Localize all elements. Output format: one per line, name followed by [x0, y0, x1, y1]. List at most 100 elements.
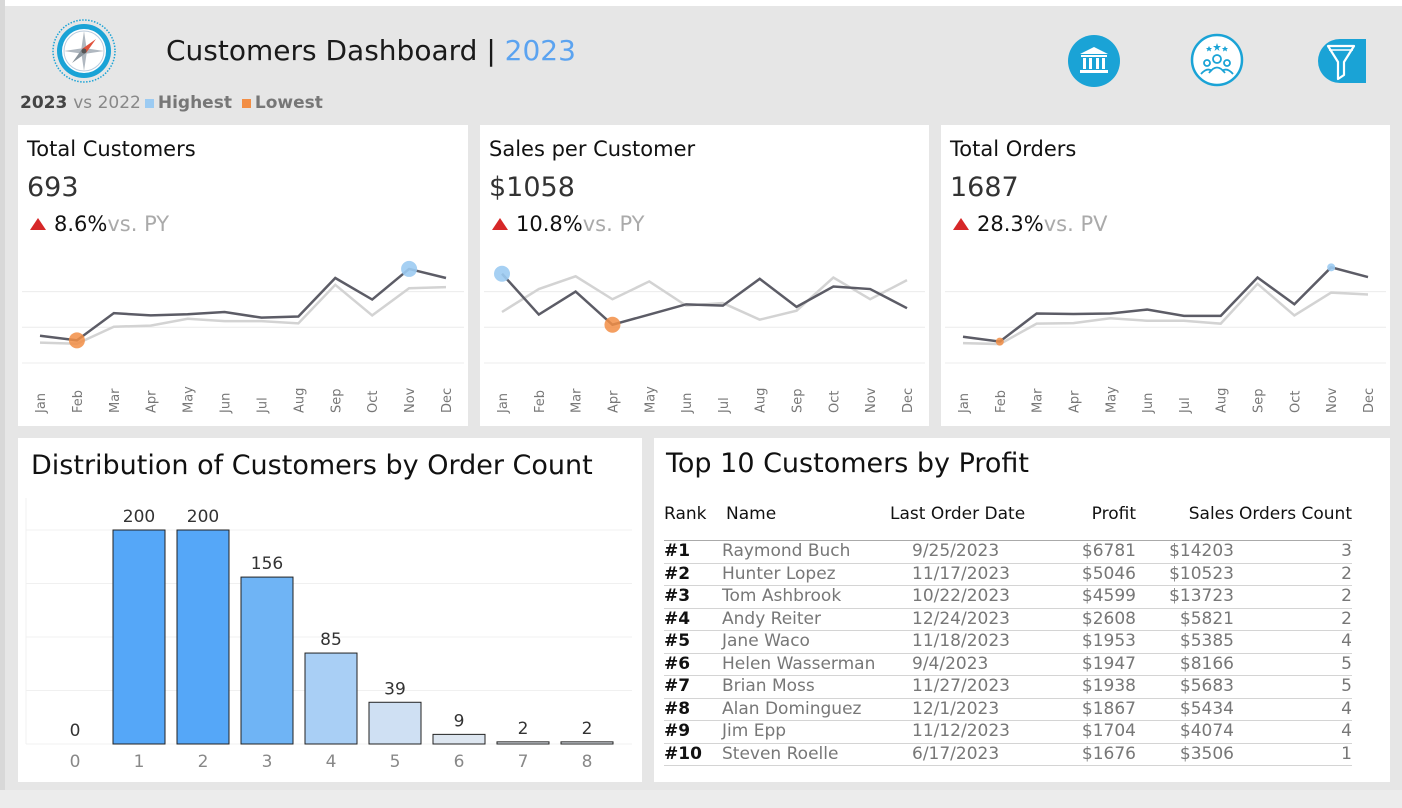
orders-count-cell: 3: [1234, 540, 1352, 564]
bar-value-label: 85: [320, 630, 342, 650]
category-tick-label: 6: [454, 752, 465, 772]
orders-count-cell: 4: [1234, 630, 1352, 654]
category-tick-label: 7: [518, 752, 529, 772]
lowest-point[interactable]: [68, 332, 85, 349]
profit-cell: $1704: [1064, 720, 1136, 744]
table-row[interactable]: #2 Hunter Lopez 11/17/2023 $5046 $10523 2: [664, 563, 1352, 586]
column-header-sales[interactable]: Sales: [1136, 504, 1234, 541]
customers-icon[interactable]: [1189, 32, 1245, 88]
last-order-date-cell: 11/27/2023: [890, 675, 1064, 699]
sales-cell: $4074: [1136, 720, 1234, 744]
column-header-last-order-date[interactable]: Last Order Date: [890, 504, 1064, 541]
category-tick-label: 3: [262, 752, 273, 772]
table-row[interactable]: #10 Steven Roelle 6/17/2023 $1676 $3506 1: [664, 743, 1352, 766]
rank-cell: #3: [664, 585, 722, 609]
orders-count-cell: 1: [1234, 743, 1352, 766]
name-cell: Andy Reiter: [722, 608, 890, 631]
bar[interactable]: [112, 529, 166, 745]
kpi-line-chart: Jan Feb Mar Apr May Jun Jul Aug Sep Oct Nov Dec: [22, 260, 464, 414]
category-tick-label: 8: [582, 752, 593, 772]
compass-logo-icon: [52, 19, 116, 83]
orders-count-cell: 2: [1234, 585, 1352, 609]
rank-cell: #9: [664, 720, 722, 744]
table-row[interactable]: #1 Raymond Buch 9/25/2023 $6781 $14203 3: [664, 540, 1352, 564]
orders-count-cell: 5: [1234, 653, 1352, 676]
month-tick-label: Dec: [901, 388, 916, 413]
rank-cell: #10: [664, 743, 722, 766]
bar[interactable]: [176, 529, 230, 745]
kpi-value: 693: [27, 172, 79, 203]
highest-point[interactable]: [401, 260, 418, 277]
legend-current-year: 2023: [20, 93, 68, 113]
rank-cell: #5: [664, 630, 722, 654]
table-row[interactable]: #8 Alan Dominguez 12/1/2023 $1867 $5434 4: [664, 698, 1352, 721]
bar[interactable]: [304, 652, 358, 745]
bar[interactable]: [368, 701, 422, 745]
table-row[interactable]: #3 Tom Ashbrook 10/22/2023 $4599 $13723 2: [664, 585, 1352, 609]
profit-cell: $1867: [1064, 698, 1136, 721]
name-cell: Hunter Lopez: [722, 563, 890, 586]
table-row[interactable]: #7 Brian Moss 11/27/2023 $1938 $5683 5: [664, 675, 1352, 699]
last-order-date-cell: 12/24/2023: [890, 608, 1064, 631]
month-tick-label: May: [182, 386, 197, 413]
distribution-panel: Distribution of Customers by Order Count…: [18, 438, 642, 782]
rank-cell: #4: [664, 608, 722, 631]
filter-icon[interactable]: [1312, 33, 1368, 89]
month-tick-label: Nov: [864, 387, 879, 413]
last-order-date-cell: 6/17/2023: [890, 743, 1064, 766]
orders-count-cell: 2: [1234, 608, 1352, 631]
bar[interactable]: [240, 576, 294, 745]
kpi-change-value: 28.3%: [977, 212, 1044, 236]
bar[interactable]: [560, 741, 614, 745]
kpi-change: 28.3%vs. PV: [953, 212, 1107, 236]
sales-cell: $8166: [1136, 653, 1234, 676]
lowest-swatch: [241, 98, 251, 108]
month-tick-label: Feb: [71, 390, 86, 413]
rank-cell: #2: [664, 563, 722, 586]
month-tick-label: May: [1104, 386, 1119, 413]
month-tick-label: Oct: [366, 391, 381, 413]
month-tick-label: Apr: [145, 390, 160, 413]
bar-value-label: 0: [70, 721, 81, 741]
column-header-profit[interactable]: Profit: [1064, 504, 1136, 541]
profit-cell: $5046: [1064, 563, 1136, 586]
bar[interactable]: [432, 733, 486, 745]
page-bottom-strip: [0, 790, 1402, 808]
column-header-name[interactable]: Name: [722, 504, 890, 541]
kpi-change-label: vs. PV: [1043, 212, 1108, 236]
bank-icon[interactable]: [1066, 33, 1122, 89]
bar[interactable]: [496, 741, 550, 745]
bar-value-label: 156: [251, 554, 283, 574]
highest-point[interactable]: [1327, 263, 1336, 272]
month-tick-label: Feb: [994, 390, 1009, 413]
rank-cell: #6: [664, 653, 722, 676]
table-row[interactable]: #6 Helen Wasserman 9/4/2023 $1947 $8166 5: [664, 653, 1352, 676]
orders-count-cell: 5: [1234, 675, 1352, 699]
kpi-line-chart: Jan Feb Mar Apr May Jun Jul Aug Sep Oct Nov Dec: [945, 263, 1386, 414]
month-tick-label: Dec: [1362, 388, 1377, 413]
name-cell: Alan Dominguez: [722, 698, 890, 721]
column-header-orders-count[interactable]: Orders Count: [1234, 504, 1352, 541]
table-row[interactable]: #9 Jim Epp 11/12/2023 $1704 $4074 4: [664, 720, 1352, 744]
category-tick-label: 2: [198, 752, 209, 772]
bar-value-label: 39: [384, 679, 406, 699]
bar-value-label: 200: [123, 507, 155, 527]
sales-cell: $5683: [1136, 675, 1234, 699]
profit-cell: $1947: [1064, 653, 1136, 676]
lowest-point[interactable]: [604, 316, 621, 333]
last-order-date-cell: 11/18/2023: [890, 630, 1064, 654]
highest-swatch: [144, 98, 154, 108]
table-row[interactable]: #4 Andy Reiter 12/24/2023 $2608 $5821 2: [664, 608, 1352, 631]
profit-cell: $4599: [1064, 585, 1136, 609]
month-tick-label: Jun: [1141, 393, 1156, 414]
highest-point[interactable]: [494, 265, 510, 282]
lowest-point[interactable]: [995, 337, 1004, 346]
table-row[interactable]: #5 Jane Waco 11/18/2023 $1953 $5385 4: [664, 630, 1352, 654]
profit-cell: $6781: [1064, 540, 1136, 564]
column-header-rank[interactable]: Rank: [664, 504, 722, 541]
kpi-title: Total Orders: [950, 137, 1077, 161]
month-tick-label: Jul: [717, 397, 732, 414]
sales-cell: $10523: [1136, 563, 1234, 586]
month-tick-label: Oct: [1288, 391, 1303, 413]
last-order-date-cell: 10/22/2023: [890, 585, 1064, 609]
